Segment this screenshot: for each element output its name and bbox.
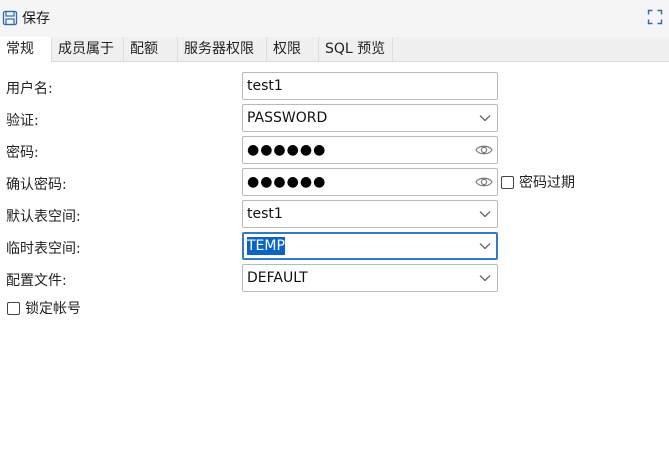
- temp-tablespace-label: 临时表空间:: [6, 241, 81, 257]
- tab-general[interactable]: 常规: [0, 37, 52, 62]
- profile-value: DEFAULT: [247, 270, 308, 286]
- temp-tablespace-select[interactable]: TEMP: [242, 232, 498, 260]
- tab-member-of[interactable]: 成员属于: [52, 37, 124, 61]
- fullscreen-expand-icon[interactable]: [647, 9, 663, 25]
- row-default-tablespace: 默认表空间: test1: [0, 200, 669, 230]
- save-button[interactable]: 保存: [2, 8, 50, 28]
- password-expired-checkbox[interactable]: 密码过期: [501, 172, 575, 192]
- row-password: 密码: ●●●●●●: [0, 136, 669, 166]
- temp-tablespace-value: TEMP: [247, 237, 285, 255]
- tab-quota[interactable]: 配额: [124, 37, 178, 61]
- tab-sql-preview[interactable]: SQL 预览: [319, 37, 393, 61]
- default-tablespace-label: 默认表空间:: [6, 209, 81, 225]
- row-temp-tablespace: 临时表空间: TEMP: [0, 232, 669, 262]
- password-expired-box[interactable]: [501, 175, 514, 189]
- confirm-password-masked-value: ●●●●●●: [247, 174, 327, 190]
- default-tablespace-value: test1: [247, 206, 283, 222]
- chevron-down-icon: [479, 115, 491, 122]
- tab-server-privileges[interactable]: 服务器权限: [178, 37, 267, 61]
- row-auth: 验证: PASSWORD: [0, 104, 669, 134]
- password-label: 密码:: [6, 145, 39, 161]
- confirm-password-label: 确认密码:: [6, 177, 67, 193]
- password-expired-label: 密码过期: [519, 175, 575, 191]
- row-username: 用户名:: [0, 72, 669, 102]
- eye-icon[interactable]: [475, 174, 493, 190]
- row-confirm-password: 确认密码: ●●●●●● 密码过期: [0, 168, 669, 198]
- profile-label: 配置文件:: [6, 273, 67, 289]
- chevron-down-icon: [479, 243, 491, 250]
- default-tablespace-select[interactable]: test1: [242, 200, 498, 228]
- lock-account-box[interactable]: [7, 301, 20, 315]
- chevron-down-icon: [479, 275, 491, 282]
- lock-account-label: 锁定帐号: [25, 301, 81, 317]
- eye-icon[interactable]: [475, 142, 493, 158]
- password-masked-value: ●●●●●●: [247, 142, 327, 158]
- username-field[interactable]: [242, 72, 498, 100]
- floppy-disk-icon: [2, 10, 18, 26]
- chevron-down-icon: [479, 211, 491, 218]
- row-profile: 配置文件: DEFAULT: [0, 264, 669, 294]
- auth-select[interactable]: PASSWORD: [242, 104, 498, 132]
- auth-select-value: PASSWORD: [247, 110, 328, 126]
- confirm-password-field[interactable]: ●●●●●●: [242, 168, 498, 196]
- save-button-label: 保存: [22, 11, 50, 27]
- username-label: 用户名:: [6, 81, 53, 97]
- username-input[interactable]: [243, 73, 497, 99]
- profile-select[interactable]: DEFAULT: [242, 264, 498, 292]
- temp-tablespace-value-wrap: TEMP: [243, 233, 497, 259]
- password-field[interactable]: ●●●●●●: [242, 136, 498, 164]
- auth-label: 验证:: [6, 113, 39, 129]
- tab-privileges[interactable]: 权限: [267, 37, 319, 61]
- tab-bar: 常规 成员属于 配额 服务器权限 权限 SQL 预览: [0, 37, 669, 62]
- lock-account-checkbox[interactable]: 锁定帐号: [7, 298, 81, 318]
- toolbar: 保存: [0, 0, 669, 37]
